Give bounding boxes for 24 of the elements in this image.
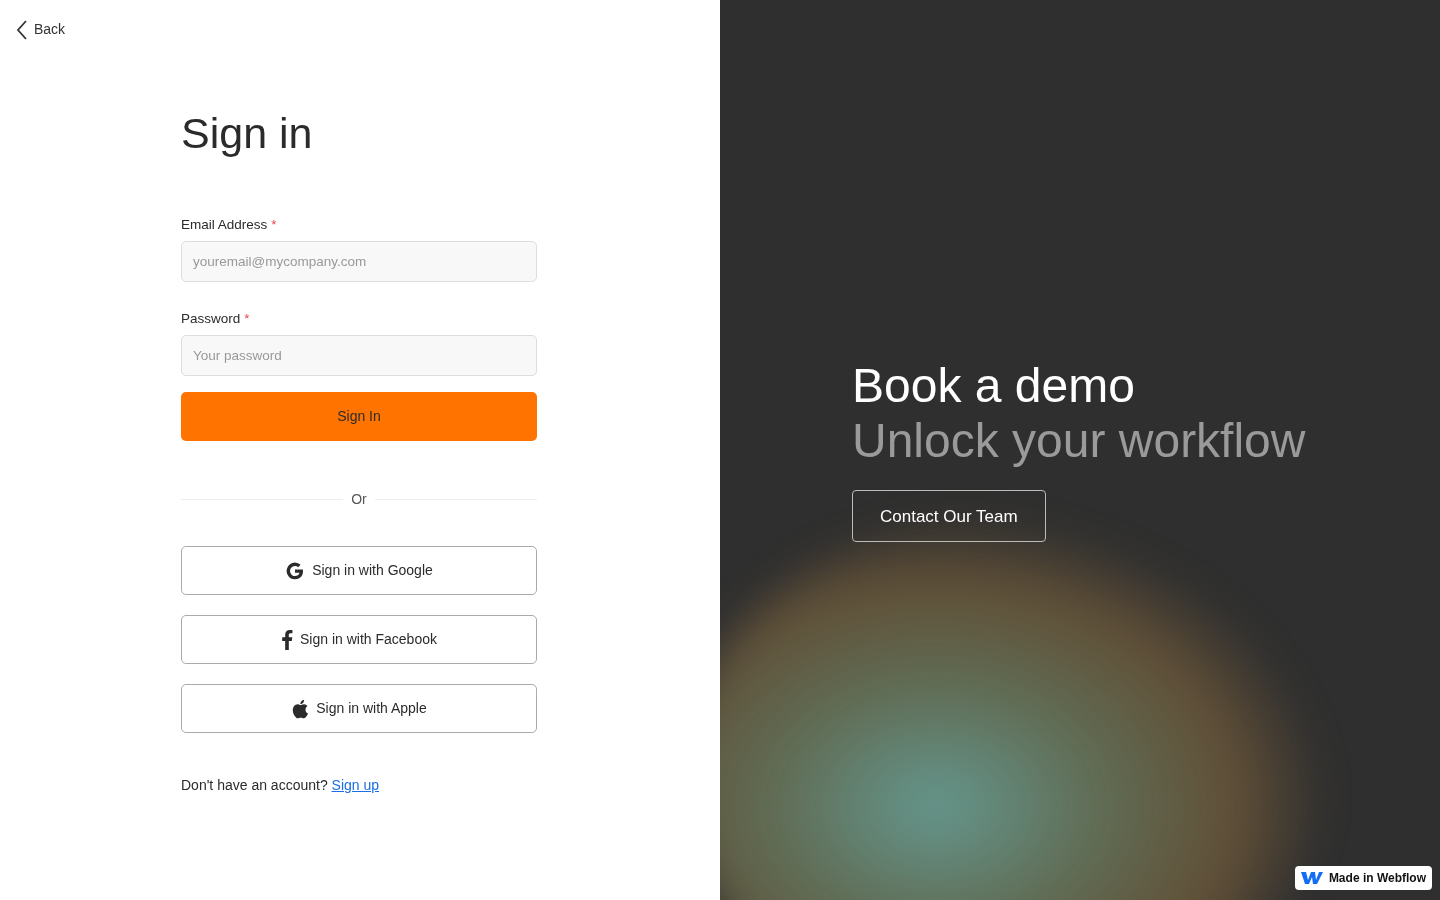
- sign-in-button[interactable]: Sign In: [181, 392, 537, 442]
- back-link[interactable]: Back: [16, 19, 66, 40]
- page-title: Sign in: [181, 108, 314, 159]
- promo-headline: Book a demo: [852, 358, 1136, 414]
- input-field[interactable]: youremail@mycompany.com: [181, 240, 537, 282]
- required-mark: *: [271, 216, 277, 232]
- divider-text: Or: [351, 490, 367, 510]
- promo-subheadline: Unlock your workflow: [852, 413, 1306, 469]
- input-field[interactable]: Your password: [181, 335, 537, 377]
- google-icon: [285, 560, 306, 581]
- social-sign-in-button[interactable]: Sign in with Apple: [181, 684, 537, 734]
- social-sign-in-button[interactable]: Sign in with Facebook: [181, 615, 537, 665]
- field-label: Password *: [181, 309, 250, 328]
- facebook-icon: [281, 629, 293, 650]
- webflow-badge[interactable]: Made in Webflow: [1294, 866, 1432, 890]
- signup-prompt: Don't have an account? Sign up: [181, 776, 381, 796]
- field-label: Email Address *: [181, 215, 277, 234]
- sign-up-link[interactable]: Sign up: [331, 777, 380, 794]
- required-mark: *: [244, 310, 250, 326]
- chevron-left-icon: [16, 19, 28, 40]
- apple-icon: [291, 698, 310, 719]
- contact-button[interactable]: Contact Our Team: [852, 490, 1046, 543]
- social-sign-in-button[interactable]: Sign in with Google: [181, 546, 537, 596]
- w-logo-icon: [1300, 871, 1323, 885]
